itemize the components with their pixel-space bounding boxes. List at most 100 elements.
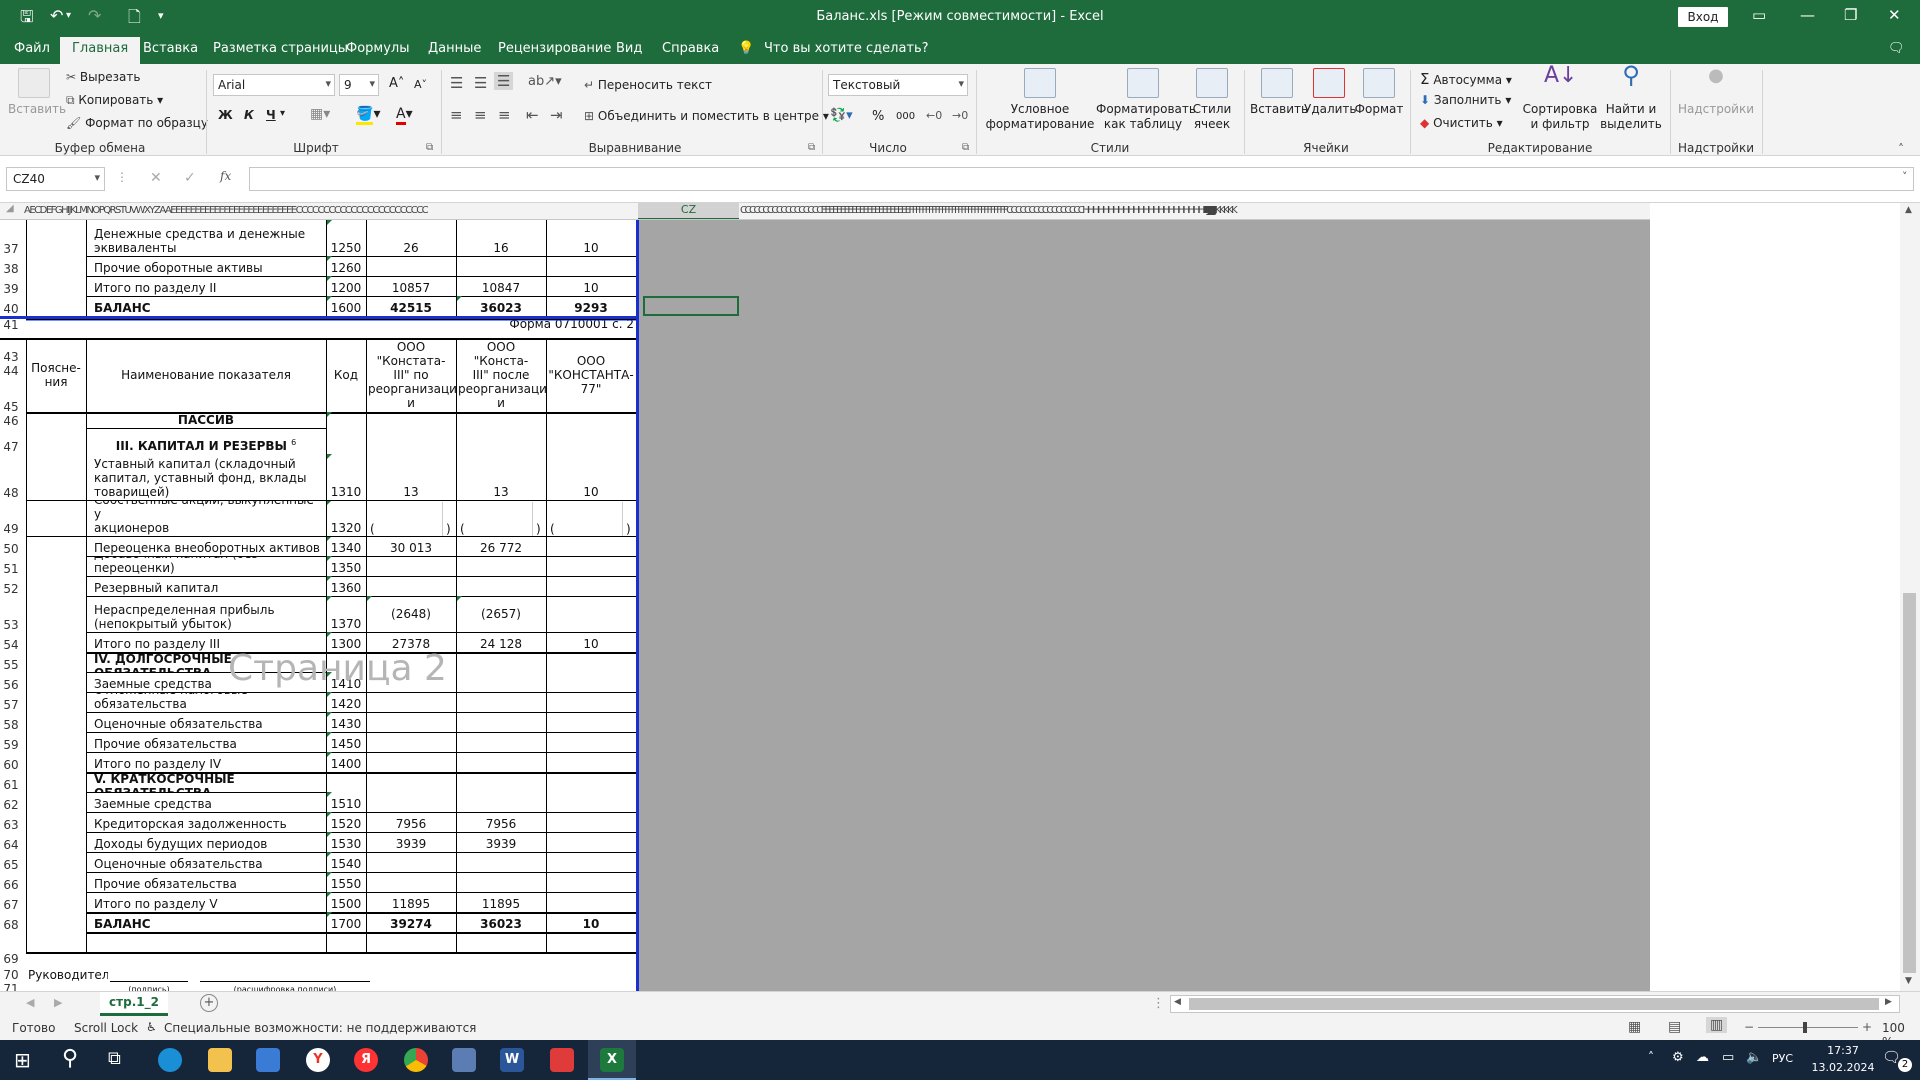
row-number[interactable]: 66 bbox=[0, 872, 22, 892]
align-middle-icon[interactable]: ☰ bbox=[474, 74, 487, 92]
row-code[interactable]: 1700 bbox=[326, 912, 366, 932]
row-value-1[interactable] bbox=[366, 772, 456, 792]
horizontal-scrollbar[interactable]: ◀ ▶ bbox=[1170, 995, 1900, 1013]
restore-button[interactable]: ❐ bbox=[1844, 6, 1857, 24]
row-number[interactable]: 37 bbox=[0, 220, 22, 256]
anydesk-icon[interactable] bbox=[550, 1048, 574, 1072]
row-number[interactable]: 39 bbox=[0, 276, 22, 296]
align-left-icon[interactable]: ≡ bbox=[450, 106, 463, 124]
tab-file[interactable]: Файл bbox=[14, 41, 50, 56]
row-value-1[interactable] bbox=[366, 752, 456, 772]
row-value-1[interactable]: 11895 bbox=[366, 892, 456, 912]
row-number[interactable]: 68 bbox=[0, 912, 22, 932]
row-number[interactable]: 53 bbox=[0, 596, 22, 632]
row-value-1[interactable]: 42515 bbox=[366, 296, 456, 316]
store-icon[interactable] bbox=[256, 1048, 280, 1072]
vertical-scroll-thumb[interactable] bbox=[1903, 593, 1916, 973]
tab-view[interactable]: Вид bbox=[616, 41, 642, 56]
row-code[interactable]: 1500 bbox=[326, 892, 366, 912]
windows-start-icon[interactable]: ⊞ bbox=[14, 1048, 31, 1072]
row-value-3[interactable]: 10 bbox=[546, 632, 636, 652]
row-code[interactable]: 1260 bbox=[326, 256, 366, 276]
row-number[interactable]: 63 bbox=[0, 812, 22, 832]
clear-button[interactable]: ◆ Очистить ▾ bbox=[1420, 116, 1503, 130]
row-code[interactable]: 1510 bbox=[326, 792, 366, 812]
row-value-1[interactable]: 7956 bbox=[366, 812, 456, 832]
row-value-2[interactable] bbox=[456, 752, 546, 772]
header-notes[interactable]: Поясне- ния bbox=[26, 338, 86, 412]
column-header-selected[interactable]: CZ bbox=[638, 203, 739, 219]
row-label[interactable]: Собственные акции, выкупленные у акционе… bbox=[92, 500, 324, 536]
row-label[interactable]: Доходы будущих периодов bbox=[92, 832, 324, 852]
font-color-icon[interactable]: A▾ bbox=[396, 106, 413, 125]
row-label[interactable]: Прочие оборотные активы bbox=[92, 256, 324, 276]
section-capital[interactable]: III. КАПИТАЛ И РЕЗЕРВЫ 6 bbox=[86, 428, 326, 454]
row-value-3[interactable] bbox=[546, 652, 636, 672]
row-number[interactable]: 71 bbox=[0, 982, 22, 991]
row-number[interactable]: 55 bbox=[0, 652, 22, 672]
add-sheet-icon[interactable]: + bbox=[200, 994, 218, 1012]
zoom-slider-thumb[interactable] bbox=[1803, 1022, 1807, 1033]
row-value-1[interactable]: (2648) bbox=[366, 596, 456, 632]
clock-date[interactable]: 13.02.2024 bbox=[1808, 1061, 1878, 1074]
row-value-1[interactable] bbox=[366, 872, 456, 892]
clock-time[interactable]: 17:37 bbox=[1808, 1044, 1878, 1057]
row-code[interactable]: 1450 bbox=[326, 732, 366, 752]
row-label[interactable]: Итого по разделу V bbox=[92, 892, 324, 912]
bold-button[interactable]: Ж bbox=[218, 108, 233, 122]
row-code[interactable]: 1400 bbox=[326, 752, 366, 772]
autosum-button[interactable]: Σ Автосумма ▾ bbox=[1420, 70, 1512, 88]
row-value-3[interactable]: 9293 bbox=[546, 296, 636, 316]
row-label[interactable]: V. КРАТКОСРОЧНЫЕ ОБЯЗАТЕЛЬСТВА bbox=[92, 772, 324, 792]
row-value-3[interactable]: 10 bbox=[546, 220, 636, 256]
row-label[interactable]: Прочие обязательства bbox=[92, 732, 324, 752]
row-value-1[interactable] bbox=[366, 732, 456, 752]
insert-cells-button[interactable]: Вставить bbox=[1250, 68, 1308, 117]
login-button[interactable]: Вход bbox=[1678, 7, 1728, 27]
row-label[interactable]: Оценочные обязательства bbox=[92, 852, 324, 872]
name-box[interactable]: CZ40 bbox=[6, 167, 105, 191]
scroll-right-icon[interactable]: ▶ bbox=[1885, 997, 1892, 1007]
tab-data[interactable]: Данные bbox=[428, 41, 481, 56]
active-cell-cz40[interactable] bbox=[643, 296, 739, 316]
onedrive-icon[interactable]: ☁ bbox=[1696, 1050, 1709, 1065]
zoom-in-icon[interactable]: + bbox=[1862, 1020, 1872, 1034]
minimize-button[interactable]: — bbox=[1800, 6, 1815, 24]
page-layout-view-icon[interactable]: ▤ bbox=[1668, 1019, 1681, 1035]
row-number[interactable]: 65 bbox=[0, 852, 22, 872]
increase-decimal-icon[interactable]: ←0 bbox=[926, 109, 942, 122]
task-view-icon[interactable]: ⧉ bbox=[108, 1048, 121, 1069]
row-label[interactable]: Заемные средства bbox=[92, 792, 324, 812]
insert-function-button[interactable]: fx bbox=[220, 169, 231, 183]
tell-me-search[interactable]: Что вы хотите сделать? bbox=[764, 41, 929, 56]
align-bottom-icon[interactable]: ☰ bbox=[494, 72, 514, 90]
tab-insert[interactable]: Вставка bbox=[143, 41, 198, 56]
row-label[interactable]: Отложенные налоговые обязательства bbox=[92, 692, 324, 712]
row-value-3[interactable] bbox=[546, 752, 636, 772]
row-code[interactable]: 1250 bbox=[326, 220, 366, 256]
row-value-2[interactable]: 3939 bbox=[456, 832, 546, 852]
header-col-2[interactable]: ООО "Конста- III" после реорганизаци и bbox=[456, 338, 546, 412]
row-number[interactable]: 59 bbox=[0, 732, 22, 752]
row-value-2[interactable] bbox=[456, 792, 546, 812]
cell-styles-button[interactable]: Стили ячеек bbox=[1186, 68, 1238, 132]
row-value-2[interactable] bbox=[456, 712, 546, 732]
row-value-2[interactable] bbox=[456, 872, 546, 892]
sort-filter-button[interactable]: A↓ Сортировка и фильтр bbox=[1522, 65, 1598, 132]
conditional-formatting-button[interactable]: Условное форматирование bbox=[984, 68, 1096, 132]
alignment-dialog-launcher-icon[interactable]: ⧉ bbox=[808, 142, 815, 153]
row-label[interactable]: БАЛАНС bbox=[92, 296, 324, 316]
row-number[interactable]: 54 bbox=[0, 632, 22, 652]
row-number[interactable]: 70 bbox=[0, 966, 22, 982]
row-value-3[interactable]: 10 bbox=[546, 912, 636, 932]
row-label[interactable]: Уставный капитал (складочный капитал, ус… bbox=[92, 454, 324, 500]
worksheet-grid[interactable]: 37 Денежные средства и денежные эквивален… bbox=[0, 220, 1650, 991]
row-value-1[interactable] bbox=[366, 792, 456, 812]
ribbon-display-icon[interactable]: ▭ bbox=[1752, 6, 1766, 24]
tab-review[interactable]: Рецензирование bbox=[498, 41, 611, 56]
prev-sheet-icon[interactable]: ◀ bbox=[26, 996, 34, 1009]
align-center-icon[interactable]: ≡ bbox=[474, 106, 487, 124]
row-number[interactable]: 58 bbox=[0, 712, 22, 732]
row-code[interactable]: 1360 bbox=[326, 576, 366, 596]
row-label[interactable]: Итого по разделу II bbox=[92, 276, 324, 296]
